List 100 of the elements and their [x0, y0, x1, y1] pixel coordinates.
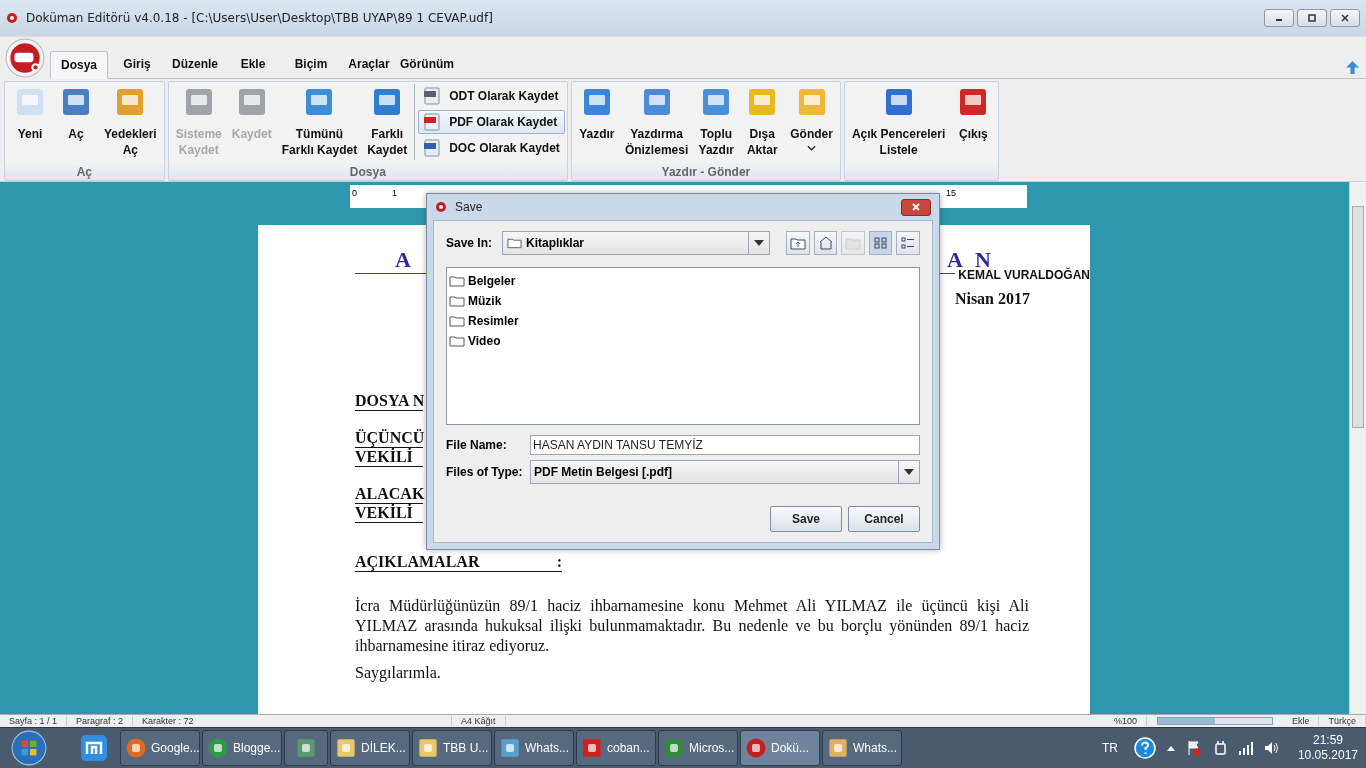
taskbar-item[interactable]: Google...	[120, 730, 200, 766]
author-name: KEMAL VURALDOĞAN	[958, 268, 1090, 282]
folder-up-icon	[790, 236, 807, 250]
volume-icon[interactable]	[1263, 740, 1280, 756]
ribbon-button[interactable]: Dışa Aktar	[739, 84, 786, 158]
flag-icon[interactable]	[1185, 740, 1202, 756]
dropdown-arrow-icon	[754, 240, 765, 246]
collapse-arrow-icon[interactable]	[1345, 60, 1360, 75]
document-label: DOSYA N	[355, 392, 423, 411]
clock[interactable]: 21:59 10.05.2017	[1289, 733, 1366, 763]
status-text: Ekle	[1282, 716, 1320, 726]
status-text: Türkçe	[1319, 716, 1366, 726]
document-label: ÜÇÜNCÜ	[355, 429, 423, 448]
save-in-dropdown[interactable]: Kitaplıklar	[502, 231, 771, 255]
start-button[interactable]	[10, 729, 48, 767]
close-icon	[911, 202, 921, 212]
ribbon-button[interactable]: Yedekleri Aç	[99, 84, 162, 158]
folder-item[interactable]: Resimler	[449, 311, 519, 331]
section-heading: AÇIKLAMALAR	[355, 553, 480, 571]
ribbon-tab[interactable]: Biçim	[282, 50, 340, 78]
list-view-button[interactable]	[868, 231, 893, 255]
ribbon-button[interactable]: Toplu Yazdır	[693, 84, 740, 158]
status-text: Sayfa : 1 / 1	[0, 716, 68, 726]
taskbar-item[interactable]: Whats...	[822, 730, 902, 766]
dropdown-arrow-icon	[904, 469, 914, 475]
dialog-title: Save	[455, 200, 483, 214]
document-closing: Saygılarımla.	[355, 664, 442, 682]
folder-item[interactable]: Belgeler	[449, 271, 516, 291]
maximize-button[interactable]	[1297, 9, 1327, 27]
list-icon	[900, 236, 917, 250]
status-text: %100	[1104, 716, 1147, 726]
ribbon-button[interactable]: Yeni	[7, 84, 53, 142]
ruler-number: 1	[392, 188, 397, 198]
grid-icon	[872, 236, 889, 250]
group-label: Aç	[76, 165, 93, 179]
maximize-icon	[1307, 13, 1317, 23]
cancel-button[interactable]: Cancel	[848, 506, 920, 532]
ribbon-button[interactable]: Yazdırma Önizlemesi	[619, 84, 694, 158]
taskbar-item[interactable]: Micros...	[658, 730, 738, 766]
ribbon-small-button[interactable]: PDF Olarak Kaydet	[418, 110, 565, 134]
ruler-number: 0	[352, 188, 357, 198]
ribbon-tab[interactable]: Dosya	[50, 51, 108, 79]
file-type-dropdown[interactable]: PDF Metin Belgesi [.pdf]	[530, 460, 920, 484]
field-label: Files of Type:	[446, 465, 524, 479]
tray-arrow-icon[interactable]	[1165, 744, 1176, 752]
ribbon-button[interactable]: Farklı Kaydet	[362, 84, 413, 158]
ribbon-small-button[interactable]: DOC Olarak Kaydet	[418, 136, 565, 160]
scrollbar[interactable]	[1349, 182, 1366, 714]
ribbon-small-button[interactable]: ODT Olarak Kaydet	[418, 84, 565, 108]
ribbon-tab[interactable]: Düzenle	[166, 50, 224, 78]
folder-item[interactable]: Müzik	[449, 291, 502, 311]
document-label: VEKİLİ	[355, 448, 423, 467]
taskbar-item[interactable]: coban...	[576, 730, 656, 766]
ribbon-button[interactable]: Açık Pencereleri Listele	[846, 84, 951, 158]
home-button[interactable]	[813, 231, 838, 255]
field-label: Save In:	[446, 236, 494, 250]
help-icon[interactable]	[1133, 737, 1156, 759]
details-view-button[interactable]	[896, 231, 921, 255]
zoom-slider[interactable]	[1156, 717, 1273, 725]
save-button[interactable]: Save	[770, 506, 842, 532]
minimize-button[interactable]	[1264, 9, 1294, 27]
home-icon	[817, 236, 834, 250]
close-button[interactable]	[1330, 9, 1360, 27]
ribbon-button[interactable]: Yazdır	[573, 84, 620, 142]
close-button[interactable]	[901, 198, 931, 216]
status-text: Paragraf : 2	[67, 716, 134, 726]
ribbon-tab[interactable]: Giriş	[108, 50, 166, 78]
window-title: Doküman Editörü v4.0.18 - [C:\Users\User\Desktop\TBB UYAP\89 1 CEVAP.udf]	[26, 11, 493, 25]
up-folder-button[interactable]	[786, 231, 810, 255]
ribbon-button[interactable]: Gönder	[785, 84, 838, 151]
section-colon: :	[556, 553, 562, 571]
taskbar-item[interactable]	[284, 730, 328, 766]
browser-icon[interactable]	[80, 734, 108, 762]
folder-item[interactable]: Video	[449, 331, 501, 351]
taskbar-item[interactable]: TBB U...	[412, 730, 492, 766]
document-date: Nisan 2017	[954, 290, 1030, 308]
document-heading: A	[395, 247, 411, 273]
group-label: Yazdır - Gönder	[661, 165, 751, 179]
close-icon	[1340, 13, 1350, 23]
ruler-number: 15	[946, 188, 956, 198]
taskbar-item[interactable]: Blogge...	[202, 730, 282, 766]
file-name-field[interactable]: HASAN AYDIN TANSU TEMYİZ	[530, 435, 920, 455]
taskbar-item[interactable]: Whats...	[494, 730, 574, 766]
taskbar-item[interactable]: Dokü...	[740, 730, 820, 766]
ribbon-button[interactable]: Çıkış	[950, 84, 997, 142]
status-text: Karakter : 72	[133, 716, 453, 726]
ribbon-tab[interactable]: Görünüm	[398, 50, 456, 78]
field-label: File Name:	[446, 438, 508, 452]
ribbon-tab[interactable]: Araçlar	[340, 50, 398, 78]
group-label: Dosya	[349, 165, 386, 179]
signal-icon[interactable]	[1237, 740, 1254, 756]
ribbon-button[interactable]: Aç	[53, 84, 99, 142]
document-label: VEKİLİ	[355, 504, 423, 523]
status-text: A4 Kâğıt	[452, 716, 506, 726]
document-label: ALACAK	[355, 485, 423, 504]
ribbon-button[interactable]: Tümünü Farklı Kaydet	[276, 84, 363, 158]
taskbar-item[interactable]: DİLEK...	[330, 730, 410, 766]
ribbon-tab[interactable]: Ekle	[224, 50, 282, 78]
document-paragraph: İcra Müdürlüğünüzün 89/1 haciz ihbarnamesine konu Mehmet Ali YILMAZ ile üçüncü kişi Ali YILMAZ arasında hukuksal ilişki bulunmamaktadır. Bu nedenle ve bu borçlu yönünden 89/1 haciz ihbarnamesine itiraz ediyoruz.	[355, 596, 1029, 656]
input-language[interactable]: TR	[1101, 741, 1118, 755]
